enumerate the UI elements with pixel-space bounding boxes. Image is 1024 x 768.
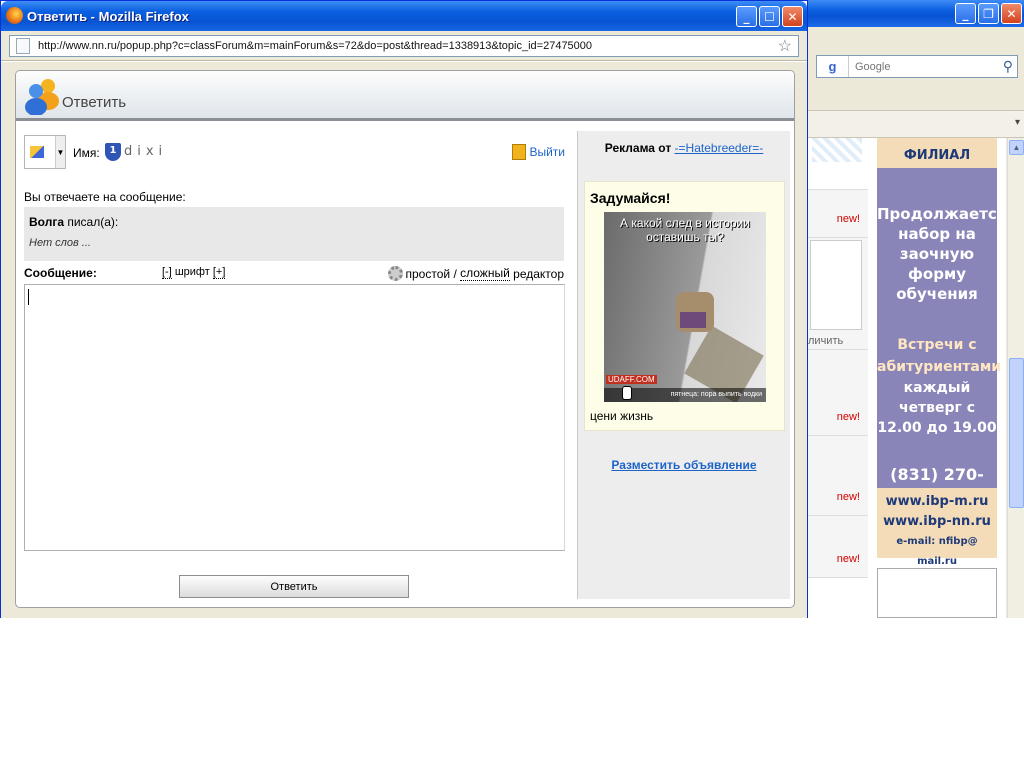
ad-card[interactable]: Задумайся! А какой след в истории остави… [584, 181, 785, 431]
simple-editor-option[interactable]: простой [406, 267, 451, 281]
message-toolbar: Сообщение: [-] шрифт [+] простой / сложн… [24, 266, 564, 282]
reply-form: ▼ Имя: 1 dixi Выйти Вы отвечаете на сооб… [24, 131, 565, 601]
page-icon [16, 38, 30, 54]
minimize-button[interactable]: _ [955, 3, 976, 24]
ad-from: Реклама от -=Hatebreeder=- [578, 141, 790, 155]
editor-mode-control: простой / сложный редактор [387, 266, 564, 281]
panel-header: Ответить [16, 71, 794, 121]
submit-reply-button[interactable]: Ответить [179, 575, 409, 598]
avatar-selector[interactable]: ▼ [24, 135, 66, 169]
popup-body: Ответить ▼ Имя: 1 dixi Выйти Вы отвечает… [1, 62, 807, 618]
new-badge[interactable]: new! [837, 491, 860, 503]
font-label: шрифт [174, 266, 210, 278]
user-level-icon: 1 [105, 143, 121, 161]
banner-line2: Встречи с абитуриентами [877, 337, 1002, 375]
ad-image-caption: А какой след в истории оставишь ты? [620, 216, 750, 244]
banner-line1: Продолжается набор на заочную форму обуч… [877, 205, 1007, 303]
post-ad-link[interactable]: Разместить объявление [611, 458, 756, 472]
avatar [30, 146, 44, 158]
editor-word: редактор [513, 266, 564, 281]
close-button[interactable]: ✕ [1001, 3, 1022, 24]
logout-label[interactable]: Выйти [529, 145, 565, 159]
bg-block [808, 138, 868, 190]
quote-wrote: писал(а): [67, 215, 119, 229]
font-decrease-button[interactable]: [-] [162, 266, 172, 279]
new-badge[interactable]: new! [837, 213, 860, 225]
search-icon[interactable]: ⚲ [1003, 58, 1013, 75]
text-cursor [28, 289, 29, 305]
background-scrollbar[interactable]: ▲ [1007, 138, 1024, 618]
bg-block: new! [808, 350, 868, 436]
bg-block: личить [808, 238, 868, 350]
scroll-up-arrow-icon[interactable]: ▲ [1009, 140, 1024, 155]
google-logo-icon[interactable]: g [817, 56, 849, 77]
bg-block: new! [808, 436, 868, 516]
banner-top: ФИЛИАЛ [877, 138, 997, 168]
panel-title: Ответить [62, 94, 127, 111]
scrollbar-thumb[interactable] [1009, 358, 1024, 508]
quote-author: Волга [29, 215, 64, 229]
popup-title: Ответить - Mozilla Firefox [27, 9, 189, 24]
second-banner-ad[interactable] [877, 568, 997, 618]
ad-subtitle: цени жизнь [590, 409, 654, 423]
new-badge[interactable]: new! [837, 411, 860, 423]
quote-text: Нет слов ... [29, 237, 91, 249]
bookmark-star-icon[interactable]: ☆ [778, 36, 792, 56]
google-search-box[interactable]: g ⚲ [816, 55, 1018, 78]
editor-separator: / [453, 266, 457, 281]
bg-block: new! [808, 190, 868, 238]
username[interactable]: dixi [124, 144, 167, 159]
hand-pointer-icon [622, 386, 632, 400]
ad-title: Задумайся! [590, 190, 671, 206]
complex-editor-option[interactable]: сложный [460, 266, 510, 281]
banner-bottom: www.ibp-m.ru www.ibp-nn.ru e-mail: nfibp… [877, 488, 997, 567]
education-banner-ad[interactable]: ФИЛИАЛ Продолжается набор на заочную фор… [877, 138, 1007, 567]
chevron-down-icon[interactable]: ▼ [55, 136, 65, 168]
users-icon [25, 79, 59, 115]
ad-sidebar: Реклама от -=Hatebreeder=- Задумайся! А … [577, 131, 790, 599]
ad-image[interactable]: А какой след в истории оставишь ты? UDAF… [604, 212, 766, 402]
url-text[interactable]: http://www.nn.ru/popup.php?c=classForum&… [38, 40, 592, 52]
message-label: Сообщение: [24, 266, 97, 280]
ad-author-link[interactable]: -=Hatebreeder=- [675, 141, 764, 155]
tab-list-arrow-icon[interactable]: ▾ [1015, 117, 1020, 128]
banner-site1: www.ibp-m.ru [885, 494, 989, 509]
name-label: Имя: [73, 146, 100, 160]
banner-line3: каждый четверг с 12.00 до 19.00 [877, 380, 997, 436]
url-field[interactable]: http://www.nn.ru/popup.php?c=classForum&… [9, 35, 799, 57]
banner-site2: www.ibp-nn.ru [883, 514, 991, 529]
ad-image-watermark: UDAFF.COM [606, 375, 657, 384]
image-figure-detail [680, 312, 706, 328]
restore-button[interactable]: ❐ [978, 3, 999, 24]
popup-close-button[interactable]: ✕ [782, 6, 803, 27]
banner-email: e-mail: nfibp@ mail.ru [896, 536, 978, 567]
gear-icon [387, 266, 403, 281]
popup-maximize-button[interactable]: ☐ [759, 6, 780, 27]
compare-text[interactable]: личить [808, 335, 843, 347]
post-ad: Разместить объявление [578, 458, 790, 472]
firefox-icon [6, 7, 23, 24]
google-search-input[interactable] [853, 57, 993, 76]
new-badge[interactable]: new! [837, 553, 860, 565]
message-textarea[interactable] [24, 284, 565, 551]
door-exit-icon[interactable] [512, 144, 527, 160]
background-tabstrip: ▾ [808, 110, 1024, 138]
reply-panel: Ответить ▼ Имя: 1 dixi Выйти Вы отвечает… [15, 70, 795, 608]
font-size-control: [-] шрифт [+] [162, 266, 226, 279]
reply-intro: Вы отвечаете на сообщение: [24, 190, 186, 204]
ad-from-label: Реклама от [604, 141, 672, 155]
popup-address-bar: http://www.nn.ru/popup.php?c=classForum&… [1, 31, 807, 61]
font-increase-button[interactable]: [+] [212, 266, 226, 279]
logout-link[interactable]: Выйти [512, 144, 565, 160]
bg-block: new! [808, 516, 868, 578]
reply-popup-window: Ответить - Mozilla Firefox _ ☐ ✕ http://… [0, 0, 808, 618]
popup-titlebar: Ответить - Mozilla Firefox _ ☐ ✕ [1, 1, 807, 31]
quoted-message: Волга писал(а): Нет слов ... [24, 207, 564, 261]
popup-minimize-button[interactable]: _ [736, 6, 757, 27]
